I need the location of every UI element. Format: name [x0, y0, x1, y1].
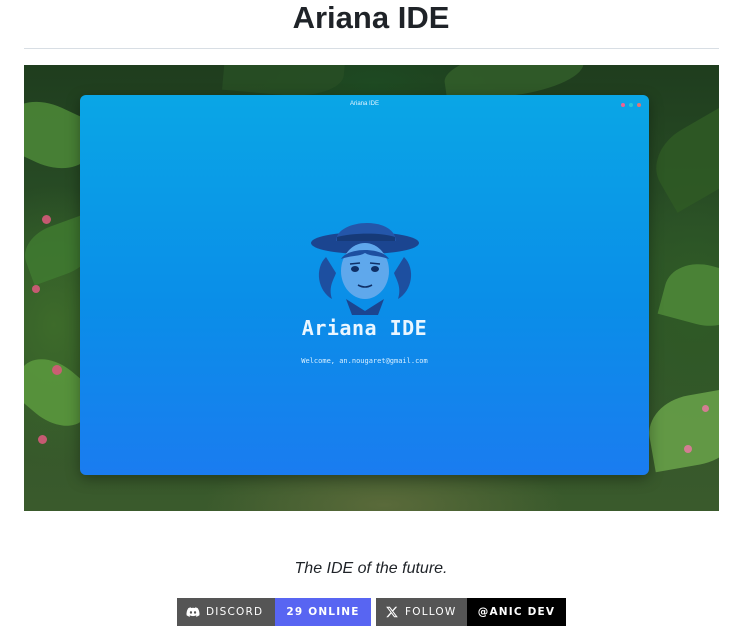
app-name: Ariana IDE [301, 316, 428, 340]
flower-decoration [702, 405, 709, 412]
discord-online-count: 29 ONLINE [275, 598, 371, 626]
twitter-handle: @ANIC DEV [467, 598, 566, 626]
twitter-badge-label: FOLLOW [376, 598, 467, 626]
welcome-message: Welcome, an.nougaret@gmail.com [301, 357, 428, 365]
twitter-label-text: FOLLOW [405, 606, 457, 618]
tagline: The IDE of the future. [294, 560, 448, 577]
app-window: Ariana IDE Ariana IDE Welcome, an.nougar… [80, 95, 649, 475]
page-title: Ariana IDE [292, 0, 450, 35]
discord-label-text: DISCORD [206, 606, 264, 618]
flower-decoration [684, 445, 692, 453]
twitter-follow-badge[interactable]: FOLLOW @ANIC DEV [376, 598, 566, 626]
mascot-illustration-icon [311, 222, 419, 315]
x-logo-icon [386, 606, 398, 618]
hero-screenshot: Ariana IDE Ariana IDE Welcome, an.nougar… [24, 65, 719, 511]
discord-icon [186, 607, 200, 617]
window-title: Ariana IDE [349, 101, 379, 107]
window-dot [629, 103, 633, 107]
discord-badge-label: DISCORD [177, 598, 275, 626]
foliage-decoration [642, 107, 719, 213]
window-dot [621, 103, 625, 107]
badge-row: DISCORD 29 ONLINE FOLLOW @ANIC DEV [177, 598, 566, 626]
window-dot [637, 103, 641, 107]
flower-decoration [32, 285, 40, 293]
flower-decoration [38, 435, 47, 444]
foliage-decoration [657, 255, 719, 335]
flower-decoration [42, 215, 51, 224]
window-controls [621, 103, 641, 107]
foliage-decoration [643, 387, 719, 473]
title-divider [24, 48, 719, 49]
discord-badge[interactable]: DISCORD 29 ONLINE [177, 598, 371, 626]
flower-decoration [52, 365, 62, 375]
